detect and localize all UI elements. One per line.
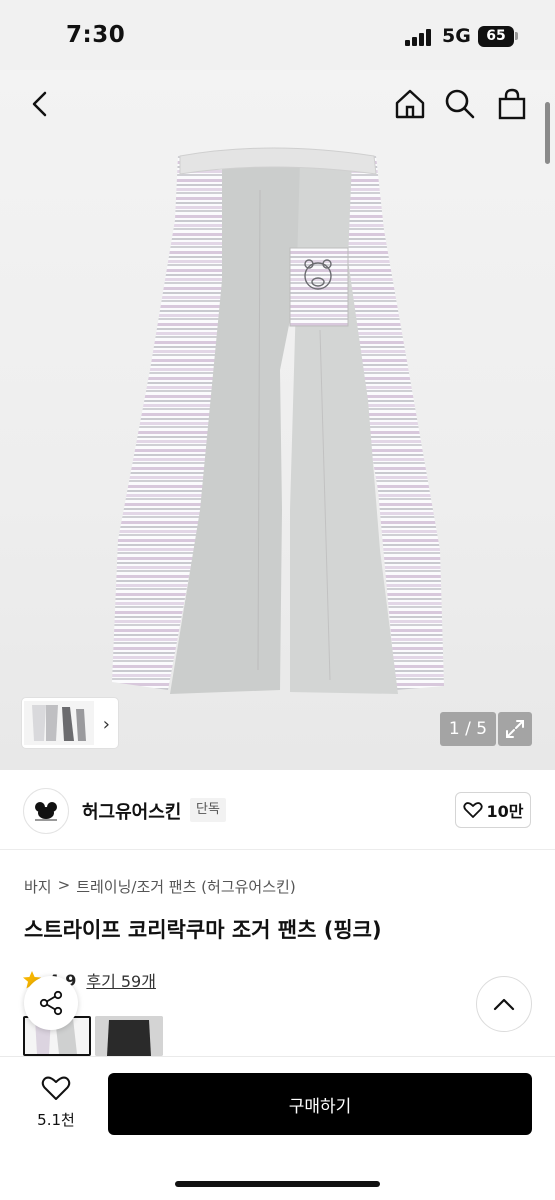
page-scrollbar[interactable]	[545, 102, 550, 164]
chevron-left-icon	[32, 91, 47, 117]
gallery-thumbnails[interactable]: ›	[22, 698, 118, 748]
expand-button[interactable]	[498, 712, 532, 746]
back-button[interactable]	[20, 84, 60, 124]
heart-icon	[462, 802, 483, 818]
swatch-image	[95, 1016, 163, 1056]
breadcrumb: 바지 > 트레이닝/조거 팬츠 (허그유어스킨)	[24, 876, 296, 897]
brand-like-button[interactable]: 10만	[455, 792, 531, 828]
home-indicator	[175, 1181, 380, 1187]
exclusive-badge: 단독	[190, 798, 226, 822]
network-type: 5G	[442, 25, 471, 47]
product-title: 스트라이프 코리락쿠마 조거 팬츠 (핑크)	[24, 918, 382, 942]
product-image	[112, 147, 444, 694]
color-option-black[interactable]	[95, 1016, 163, 1056]
wishlist-count: 5.1천	[37, 1111, 75, 1129]
breadcrumb-subcategory[interactable]: 트레이닝/조거 팬츠 (허그유어스킨)	[76, 876, 296, 897]
chevron-right-icon: ›	[102, 714, 110, 735]
battery-cap	[515, 32, 518, 40]
buy-button[interactable]: 구매하기	[108, 1073, 532, 1135]
cart-button[interactable]	[492, 84, 532, 124]
status-bar: 7:30 5G 65	[0, 0, 555, 70]
chevron-up-icon	[493, 998, 515, 1011]
share-button[interactable]	[24, 976, 78, 1030]
expand-icon	[506, 720, 524, 738]
image-counter: 1 / 5	[440, 712, 496, 746]
search-icon	[445, 89, 475, 119]
breadcrumb-category[interactable]: 바지	[24, 876, 52, 897]
wishlist-button[interactable]: 5.1천	[20, 1075, 92, 1130]
brand-name[interactable]: 허그유어스킨	[82, 798, 181, 824]
heart-icon	[41, 1076, 71, 1100]
shopping-bag-icon	[498, 88, 526, 120]
thumbnail-image	[24, 701, 94, 745]
product-gallery[interactable]	[0, 70, 555, 770]
brand-like-count: 10만	[486, 802, 524, 821]
brand-logo-icon	[35, 802, 57, 821]
signal-icon	[405, 28, 433, 46]
home-button[interactable]	[390, 84, 430, 124]
breadcrumb-separator: >	[57, 876, 71, 894]
home-icon	[395, 89, 425, 119]
bottom-action-bar: 5.1천 구매하기	[0, 1056, 555, 1200]
status-time: 7:30	[66, 22, 126, 48]
brand-row[interactable]: 허그유어스킨 단독 10만	[0, 770, 555, 850]
share-icon	[39, 990, 63, 1016]
scroll-to-top-button[interactable]	[476, 976, 532, 1032]
brand-logo[interactable]	[23, 788, 69, 834]
search-button[interactable]	[440, 84, 480, 124]
battery-icon: 65	[478, 26, 514, 47]
review-count-link[interactable]: 후기 59개	[86, 968, 156, 992]
